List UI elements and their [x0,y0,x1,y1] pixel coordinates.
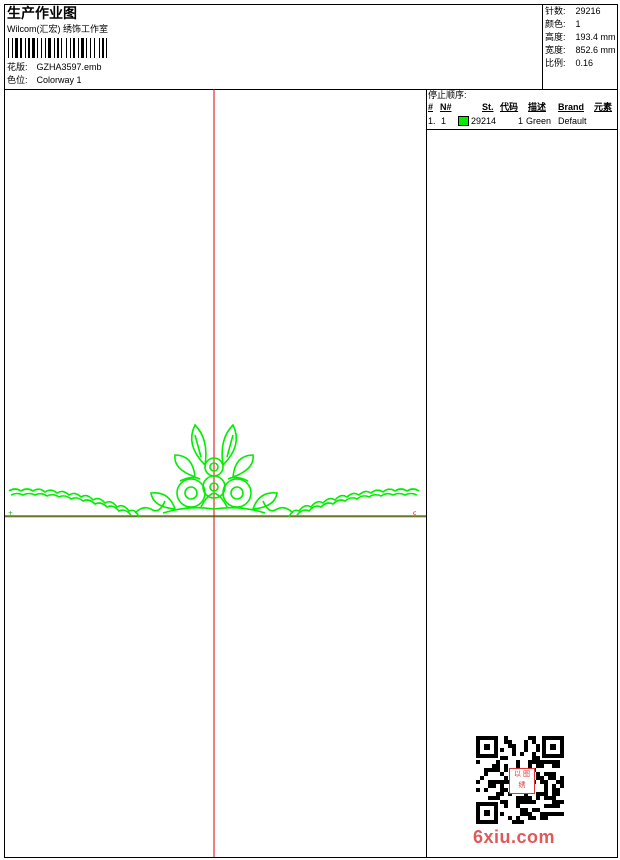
production-sheet: 生产作业图 Wilcom(汇宏) 绣饰工作室 花版: GZHA3597.emb … [4,4,618,858]
watermark-seal: 以 图 绣 [509,768,535,794]
stat-height-label: 高度: [545,32,566,42]
stop-sequence-underline [427,129,617,130]
row-color-swatch [458,116,469,126]
embroidery-canvas: + c [5,89,426,857]
leaf-low-right [251,492,278,510]
leaf-top-left [190,423,207,467]
leaf-mid-right [232,454,254,479]
design-preview: + c [5,89,426,857]
col-description: 描述 [528,102,547,112]
right-edge-mark: c [413,510,416,517]
watermark-logo: 6xiu.com [473,827,556,847]
scallop-border-left-inner [10,492,132,516]
col-element: 元素 [594,102,613,112]
studio-name: Wilcom(汇宏) 绣饰工作室 [7,24,108,34]
flower-left-inner [184,486,198,500]
stat-scale: 比例: 0.16 [545,58,593,69]
stat-stitches: 针数: 29216 [545,6,601,17]
header-info: 生产作业图 Wilcom(汇宏) 绣饰工作室 花版: GZHA3597.emb … [5,5,542,89]
stat-width-value: 852.6 mm [575,45,616,55]
flower-left [176,478,206,508]
stat-scale-label: 比例: [545,58,566,68]
design-file-label: 花版: [7,62,28,72]
page-title: 生产作业图 [7,5,77,21]
stat-width-label: 宽度: [545,45,566,55]
left-edge-mark: + [8,510,13,517]
col-brand: Brand [558,102,585,112]
colorway-value: Colorway 1 [36,75,82,85]
row-code: 1 [518,116,524,126]
flower-right [222,478,252,508]
colorway-row: 色位: Colorway 1 [7,75,82,86]
stat-height-value: 193.4 mm [575,32,616,42]
col-code: 代码 [500,102,519,112]
panel-divider [426,89,427,857]
stat-stitches-label: 针数: [545,6,566,16]
stat-scale-value: 0.16 [575,58,594,68]
stat-height: 高度: 193.4 mm [545,32,616,43]
stat-colors-label: 颜色: [545,19,566,29]
colorway-label: 色位: [7,75,28,85]
leaf-low-left [150,492,177,510]
stats-panel: 针数: 29216 颜色: 1 高度: 193.4 mm 宽度: 852.6 m… [542,5,618,89]
leaf-top-right [221,423,238,467]
design-file-value: GZHA3597.emb [36,62,102,72]
stop-sequence-panel: 停止顺序: # N# St. 代码 描述 Brand 元素 1. 1 29214… [427,89,617,129]
lace-tail-right [262,500,294,514]
col-index: # [428,102,434,112]
design-file-row: 花版: GZHA3597.emb [7,62,102,73]
row-brand: Default [558,116,587,126]
stop-sequence-heading: 停止顺序: [428,90,467,100]
row-index: 1. [428,116,436,126]
row-description: Green [526,116,552,126]
barcode [8,38,107,58]
leaf-mid-left [174,454,196,479]
scallop-border-right-inner [296,492,418,516]
stat-stitches-value: 29216 [575,6,601,16]
col-stitches: St. [482,102,494,112]
stat-colors: 颜色: 1 [545,19,581,30]
stat-colors-value: 1 [575,19,581,29]
stat-width: 宽度: 852.6 mm [545,45,616,56]
flower-right-inner [230,486,244,500]
lace-tail-left [134,500,166,514]
row-stitches: 29214 [471,116,497,126]
col-needle: N# [440,102,452,112]
row-needle: 1 [441,116,447,126]
